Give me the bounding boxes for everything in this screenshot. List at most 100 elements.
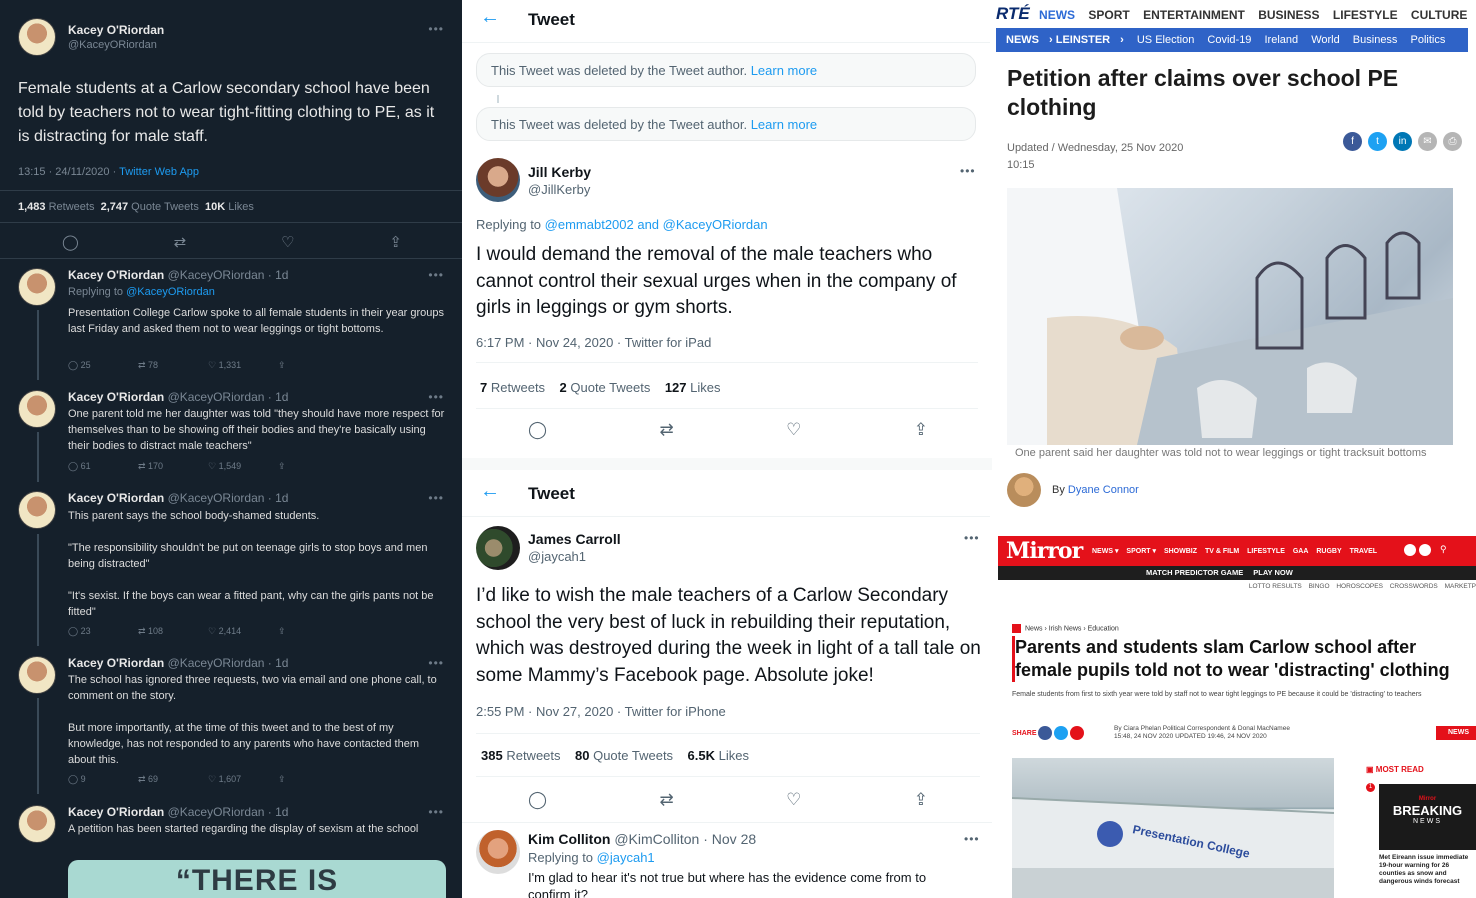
retweet-icon[interactable]: ⇄: [659, 420, 673, 440]
reply-author[interactable]: Kacey O'Riordan @KaceyORiordan · 1d: [68, 268, 288, 282]
share-icon[interactable]: ⇪: [278, 461, 348, 472]
nav-lifestyle[interactable]: LIFESTYLE: [1333, 8, 1398, 22]
author-handle[interactable]: @JillKerby: [528, 182, 590, 197]
nav-news[interactable]: NEWS: [1039, 8, 1075, 22]
learn-more-link[interactable]: Learn more: [751, 117, 817, 132]
retweet-count[interactable]: 1,483: [18, 201, 46, 213]
linkedin-icon[interactable]: in: [1393, 132, 1412, 151]
facebook-icon[interactable]: [1404, 544, 1416, 556]
author-handle[interactable]: @jaycah1: [528, 549, 586, 564]
share-icon[interactable]: ⇪: [278, 626, 348, 637]
email-icon[interactable]: ✉: [1418, 132, 1437, 151]
reply-name[interactable]: Kim Colliton: [528, 831, 610, 847]
reply-icon[interactable]: ◯ 9: [68, 774, 138, 785]
avatar[interactable]: [476, 830, 520, 874]
nav-bingo[interactable]: BINGO: [1309, 583, 1330, 590]
link-icon[interactable]: [1070, 726, 1085, 740]
retweet-icon[interactable]: ⇄: [659, 790, 673, 810]
like-icon[interactable]: ♡ 2,414: [208, 626, 278, 637]
nav-tv-film[interactable]: TV & FILM: [1205, 548, 1239, 555]
rte-logo[interactable]: RTÉ: [996, 4, 1030, 23]
avatar[interactable]: [18, 390, 56, 428]
retweet-icon[interactable]: ⇄: [174, 233, 187, 251]
twitter-icon[interactable]: t: [1368, 132, 1387, 151]
nav-entertainment[interactable]: ENTERTAINMENT: [1143, 8, 1245, 22]
replying-link[interactable]: @jaycah1: [597, 850, 655, 865]
share-icon[interactable]: ⇪: [914, 420, 928, 440]
reply-icon[interactable]: ◯: [528, 420, 547, 440]
twitter-icon[interactable]: [1419, 544, 1431, 556]
subnav-leinster[interactable]: › LEINSTER: [1049, 34, 1110, 46]
twitter-icon[interactable]: [1054, 726, 1069, 740]
reply-icon[interactable]: ◯ 25: [68, 360, 138, 371]
author-name[interactable]: James Carroll: [528, 531, 621, 547]
nav-rugby[interactable]: RUGBY: [1316, 548, 1341, 555]
breadcrumb-text[interactable]: News › Irish News › Education: [1025, 625, 1119, 632]
reply-author[interactable]: Kacey O'Riordan @KaceyORiordan · 1d: [68, 805, 288, 819]
like-count[interactable]: 10K: [205, 201, 225, 213]
replying-link[interactable]: @emmabt2002 and @KaceyORiordan: [545, 217, 768, 232]
nav-showbiz[interactable]: SHOWBIZ: [1164, 548, 1197, 555]
reply-name[interactable]: Kacey O'Riordan: [68, 268, 164, 282]
petition-card[interactable]: “THERE IS: [68, 860, 446, 898]
reply-name[interactable]: Kacey O'Riordan: [68, 656, 164, 670]
author-name[interactable]: Kacey O'Riordan: [68, 23, 164, 37]
reply-author[interactable]: Kacey O'Riordan @KaceyORiordan · 1d: [68, 491, 288, 505]
play-now-link[interactable]: PLAY NOW: [1253, 568, 1293, 577]
author-avatar[interactable]: [1007, 473, 1041, 507]
quote-count[interactable]: 2: [560, 380, 567, 395]
more-icon[interactable]: •••: [428, 805, 444, 819]
nav-crosswords[interactable]: CROSSWORDS: [1390, 583, 1438, 590]
tweet-meta[interactable]: 6:17 PM · Nov 24, 2020 · Twitter for iPa…: [476, 335, 711, 350]
avatar[interactable]: [18, 18, 56, 56]
nav-news[interactable]: NEWS ▾: [1092, 548, 1118, 555]
subnav-politics[interactable]: Politics: [1411, 34, 1446, 46]
subnav-world[interactable]: World: [1311, 34, 1340, 46]
reply-author[interactable]: Kim Colliton @KimColliton · Nov 28: [528, 831, 756, 847]
mirror-logo[interactable]: Mirror: [1006, 538, 1083, 564]
reply-author[interactable]: Kacey O'Riordan @KaceyORiordan · 1d: [68, 390, 288, 404]
avatar[interactable]: [18, 491, 56, 529]
news-button[interactable]: NEWS: [1436, 726, 1476, 740]
replying-link[interactable]: @KaceyORiordan: [126, 286, 215, 298]
nav-lotto[interactable]: LOTTO RESULTS: [1249, 583, 1302, 590]
match-predictor-link[interactable]: MATCH PREDICTOR GAME: [1146, 568, 1243, 577]
author-link[interactable]: Dyane Connor: [1068, 484, 1139, 496]
like-icon[interactable]: ♡ 1,549: [208, 461, 278, 472]
subnav-ireland[interactable]: Ireland: [1265, 34, 1299, 46]
source-link[interactable]: Twitter Web App: [119, 166, 199, 178]
author-name[interactable]: Jill Kerby: [528, 164, 591, 180]
retweet-icon[interactable]: ⇄ 78: [138, 360, 208, 371]
reply-name[interactable]: Kacey O'Riordan: [68, 390, 164, 404]
more-icon[interactable]: •••: [428, 491, 444, 505]
subnav-covid[interactable]: Covid-19: [1207, 34, 1251, 46]
nav-travel[interactable]: TRAVEL: [1350, 548, 1377, 555]
more-icon[interactable]: •••: [428, 22, 444, 36]
share-icon[interactable]: ⇪: [914, 790, 928, 810]
subnav-business[interactable]: Business: [1353, 34, 1398, 46]
like-icon[interactable]: ♡: [786, 420, 801, 440]
nav-lifestyle[interactable]: LIFESTYLE: [1247, 548, 1285, 555]
facebook-icon[interactable]: f: [1343, 132, 1362, 151]
more-icon[interactable]: •••: [964, 531, 980, 545]
subnav-us-election[interactable]: US Election: [1137, 34, 1194, 46]
retweet-icon[interactable]: ⇄ 170: [138, 461, 208, 472]
quote-count[interactable]: 2,747: [101, 201, 129, 213]
reply-icon[interactable]: ◯ 23: [68, 626, 138, 637]
reply-name[interactable]: Kacey O'Riordan: [68, 805, 164, 819]
nav-sport[interactable]: SPORT ▾: [1126, 548, 1156, 555]
share-icon[interactable]: ⇪: [278, 360, 348, 371]
facebook-icon[interactable]: [1038, 726, 1053, 740]
reply-icon[interactable]: ◯ 61: [68, 461, 138, 472]
reply-name[interactable]: Kacey O'Riordan: [68, 491, 164, 505]
more-icon[interactable]: •••: [428, 656, 444, 670]
avatar[interactable]: [476, 526, 520, 570]
avatar[interactable]: [18, 268, 56, 306]
retweet-icon[interactable]: ⇄ 69: [138, 774, 208, 785]
like-count[interactable]: 6.5K: [688, 748, 715, 763]
avatar[interactable]: [476, 158, 520, 202]
like-icon[interactable]: ♡: [281, 233, 294, 251]
most-read-item[interactable]: Met Eireann issue immediate 19-hour warn…: [1379, 854, 1476, 886]
retweet-count[interactable]: 385: [481, 748, 503, 763]
author-names[interactable]: By Ciara Phelan Political Correspondent …: [1114, 725, 1290, 733]
